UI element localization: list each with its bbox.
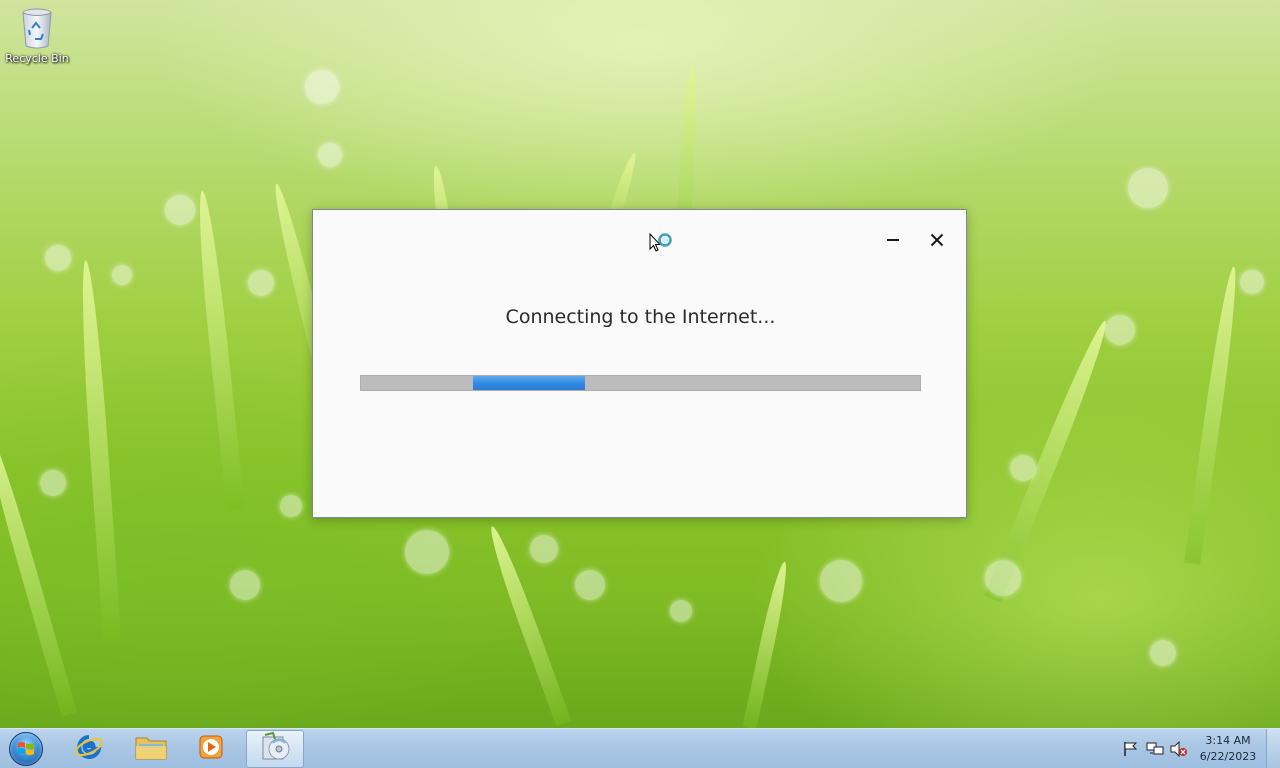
- taskbar-internet-explorer[interactable]: [60, 730, 118, 768]
- grass-blade: [484, 523, 572, 727]
- clock-date: 6/22/2023: [1199, 750, 1257, 763]
- status-message: Connecting to the Internet...: [505, 306, 776, 328]
- action-center-flag-icon[interactable]: [1122, 741, 1140, 757]
- dew-drop: [530, 535, 558, 563]
- dew-drop: [40, 470, 66, 496]
- media-player-icon: [197, 733, 225, 765]
- dew-drop: [1010, 455, 1036, 481]
- network-icon[interactable]: [1146, 741, 1164, 757]
- dew-drop: [820, 560, 862, 602]
- volume-muted-icon[interactable]: [1170, 740, 1188, 758]
- dew-drop: [165, 195, 195, 225]
- windows-start-orb-icon: [9, 732, 43, 766]
- dew-drop: [1105, 315, 1135, 345]
- desktop-icon-recycle-bin[interactable]: Recycle Bin: [4, 6, 70, 65]
- busy-cursor-icon: [649, 232, 677, 259]
- connecting-dialog: Connecting to the Internet...: [312, 209, 967, 518]
- progress-bar: [360, 375, 921, 391]
- minimize-button[interactable]: [880, 228, 906, 254]
- close-icon: [930, 232, 944, 251]
- dew-drop: [1128, 168, 1168, 208]
- dew-drop: [405, 530, 449, 574]
- dew-drop: [230, 570, 260, 600]
- dew-drop: [45, 245, 71, 271]
- start-button[interactable]: [6, 731, 46, 767]
- system-clock[interactable]: 3:14 AM 6/22/2023: [1196, 733, 1260, 765]
- dew-drop: [575, 570, 605, 600]
- dew-drop: [670, 600, 692, 622]
- dew-drop: [318, 143, 342, 167]
- grass-blade: [1184, 265, 1242, 565]
- clock-time: 3:14 AM: [1205, 734, 1251, 747]
- setup-cd-icon: [259, 731, 291, 767]
- dew-drop: [1150, 640, 1176, 666]
- taskbar: 3:14 AM 6/22/2023: [0, 728, 1280, 768]
- grass-blade: [742, 560, 792, 728]
- dew-drop: [248, 270, 274, 296]
- dew-drop: [985, 560, 1021, 596]
- grass-blade: [193, 189, 245, 511]
- taskbar-media-player[interactable]: [182, 730, 240, 768]
- recycle-bin-icon: [21, 8, 53, 49]
- dew-drop: [1240, 270, 1264, 294]
- taskbar-setup-app[interactable]: [246, 730, 304, 768]
- grass-blade: [76, 259, 122, 641]
- grass-blade: [0, 423, 78, 717]
- dew-drop: [280, 495, 302, 517]
- desktop-icon-label: Recycle Bin: [5, 52, 69, 65]
- minimize-icon: [886, 232, 900, 251]
- folder-icon: [135, 733, 167, 765]
- dew-drop: [305, 70, 339, 104]
- show-desktop-button[interactable]: [1266, 729, 1280, 768]
- dew-drop: [112, 265, 132, 285]
- internet-explorer-icon: [74, 732, 104, 766]
- close-button[interactable]: [924, 228, 950, 254]
- taskbar-windows-explorer[interactable]: [122, 730, 180, 768]
- progress-indicator: [472, 376, 585, 390]
